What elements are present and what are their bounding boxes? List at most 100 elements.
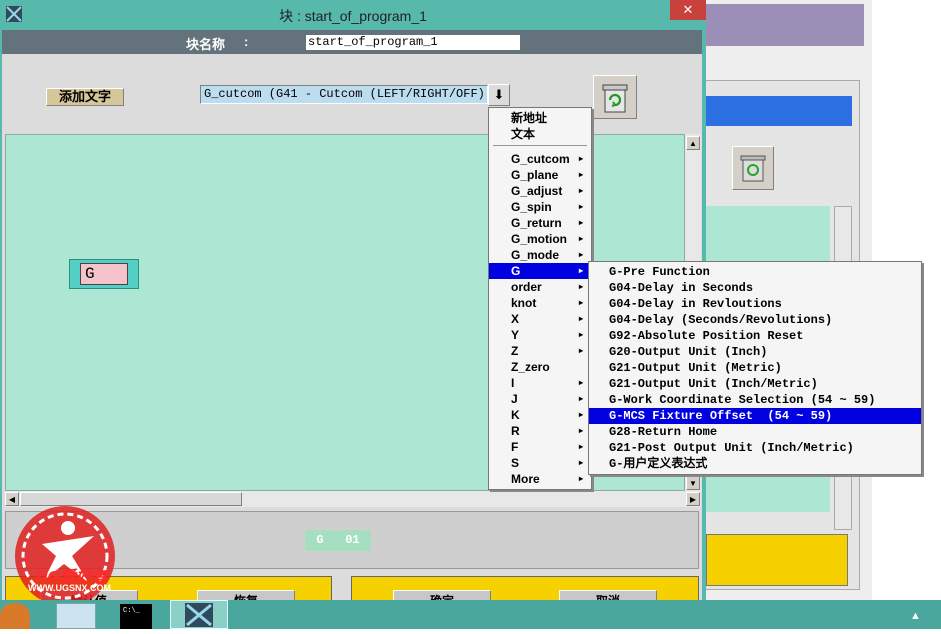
submenu-item[interactable]: G92-Absolute Position Reset [589,328,921,344]
menu-item-label: S [511,456,520,470]
submenu-item[interactable]: G04-Delay (Seconds/Revolutions) [589,312,921,328]
submenu-arrow-icon: ▸ [578,378,583,387]
menu-item-g-spin[interactable]: G_spin ▸ [489,199,591,215]
block-name-colon: : [244,34,249,49]
submenu-arrow-icon: ▸ [578,154,583,163]
arrow-down-icon: ⬇ [493,87,505,102]
menu-item-label: G_spin [511,200,552,214]
menu-item-label: G_plane [511,168,559,182]
menu-item-r[interactable]: R ▸ [489,423,591,439]
dropdown-arrow-button[interactable]: ⬇ [488,84,510,106]
submenu-arrow-icon: ▸ [578,202,583,211]
menu-item-label: G_return [511,216,562,230]
close-button[interactable]: ✕ [670,0,706,20]
submenu-arrow-icon: ▸ [578,426,583,435]
window-title: 块 : start_of_program_1 [279,8,427,24]
scroll-right-button[interactable]: ▶ [686,492,700,506]
add-text-button[interactable]: 添加文字 [46,88,124,106]
background-window-header [700,4,864,46]
menu-item-label: I [511,376,515,390]
menu-item-more[interactable]: More ▸ [489,471,591,487]
menu-item-i[interactable]: I ▸ [489,375,591,391]
submenu-arrow-icon: ▸ [578,234,583,243]
taskbar-app-cmd[interactable]: C:\_ [120,604,152,629]
address-menu: 新地址 文本 G_cutcom ▸ G_plane ▸ G_adjust ▸ G_spin ▸… [488,107,592,490]
submenu-arrow-icon: ▸ [578,298,583,307]
submenu-arrow-icon: ▸ [578,282,583,291]
submenu-arrow-icon: ▸ [578,314,583,323]
menu-item-g[interactable]: G ▸ [489,263,591,279]
menu-item-label: G_adjust [511,184,563,198]
submenu-arrow-icon: ▸ [578,266,583,275]
background-yellow-panel [706,534,848,586]
submenu-item[interactable]: G-Pre Function [589,264,921,280]
menu-item-label: F [511,440,519,454]
submenu-arrow-icon: ▸ [578,442,583,451]
scroll-down-button[interactable]: ▼ [686,476,700,490]
submenu-arrow-icon: ▸ [578,458,583,467]
taskbar-app-active[interactable] [170,600,228,629]
submenu-item[interactable]: G21-Output Unit (Metric) [589,360,921,376]
menu-item-g-cutcom[interactable]: G_cutcom ▸ [489,151,591,167]
submenu-item[interactable]: G04-Delay in Revloutions [589,296,921,312]
menu-item-g-mode[interactable]: G_mode ▸ [489,247,591,263]
menu-item-label: Y [511,328,520,342]
menu-item-label: Z_zero [511,360,550,374]
tray-arrow-icon[interactable]: ▲ [910,610,926,624]
taskbar-app-orange[interactable] [0,603,30,629]
submenu-arrow-icon: ▸ [578,474,583,483]
menu-item-knot[interactable]: knot ▸ [489,295,591,311]
submenu-arrow-icon: ▸ [578,346,583,355]
submenu-item[interactable]: G-用户定义表达式 [589,456,921,472]
menu-item-g-motion[interactable]: G_motion ▸ [489,231,591,247]
menu-item-g-adjust[interactable]: G_adjust ▸ [489,183,591,199]
menu-item-label: More [511,472,540,486]
menu-item-label: K [511,408,520,422]
background-window-blue-bar [706,96,852,126]
submenu-item[interactable]: G28-Return Home [589,424,921,440]
submenu-item[interactable]: G-MCS Fixture Offset (54 ~ 59) [589,408,921,424]
menu-item-order[interactable]: order ▸ [489,279,591,295]
menu-item-label: knot [511,296,537,310]
submenu-arrow-icon: ▸ [578,330,583,339]
menu-item-label: Z [511,344,519,358]
block-name-input[interactable]: start_of_program_1 [306,35,520,50]
menu-item-g-return[interactable]: G_return ▸ [489,215,591,231]
menu-item-label: G_cutcom [511,152,570,166]
menu-item-label: G [511,264,521,278]
menu-item-y[interactable]: Y ▸ [489,327,591,343]
menu-item-label: R [511,424,520,438]
taskbar-app-explorer[interactable] [56,603,96,629]
menu-item-z-zero[interactable]: Z_zero [489,359,591,375]
submenu-item[interactable]: G20-Output Unit (Inch) [589,344,921,360]
menu-item-k[interactable]: K ▸ [489,407,591,423]
close-icon: ✕ [682,2,694,17]
submenu-item[interactable]: G04-Delay in Seconds [589,280,921,296]
menu-item-f[interactable]: F ▸ [489,439,591,455]
recycle-bin-icon [602,84,628,113]
menu-item-g-plane[interactable]: G_plane ▸ [489,167,591,183]
submenu-arrow-icon: ▸ [578,394,583,403]
menu-item-x[interactable]: X ▸ [489,311,591,327]
submenu-arrow-icon: ▸ [578,186,583,195]
menu-item-label: G_mode [511,248,560,262]
submenu-item[interactable]: G-Work Coordinate Selection (54 ~ 59) [589,392,921,408]
word-dropdown[interactable]: G_cutcom (G41 - Cutcom (LEFT/RIGHT/OFF)) [200,85,488,104]
menu-item-text[interactable]: 文本 [489,126,591,142]
menu-item-z[interactable]: Z ▸ [489,343,591,359]
app-logo-icon [185,603,213,627]
scroll-up-button[interactable]: ▲ [686,136,700,150]
word-chip-label: G [80,263,128,285]
menu-item-j[interactable]: J ▸ [489,391,591,407]
watermark-url: WWW.UGSNX.COM [28,583,111,593]
submenu-item[interactable]: G21-Post Output Unit (Inch/Metric) [589,440,921,456]
submenu-item[interactable]: G21-Output Unit (Inch/Metric) [589,376,921,392]
ugsnx-watermark-logo [2,500,128,610]
submenu-arrow-icon: ▸ [578,218,583,227]
menu-item-new-address[interactable]: 新地址 [489,110,591,126]
menu-separator [493,145,587,146]
delete-button[interactable] [593,75,637,119]
block-name-label: 块名称 [186,37,226,52]
submenu-arrow-icon: ▸ [578,170,583,179]
menu-item-s[interactable]: S ▸ [489,455,591,471]
